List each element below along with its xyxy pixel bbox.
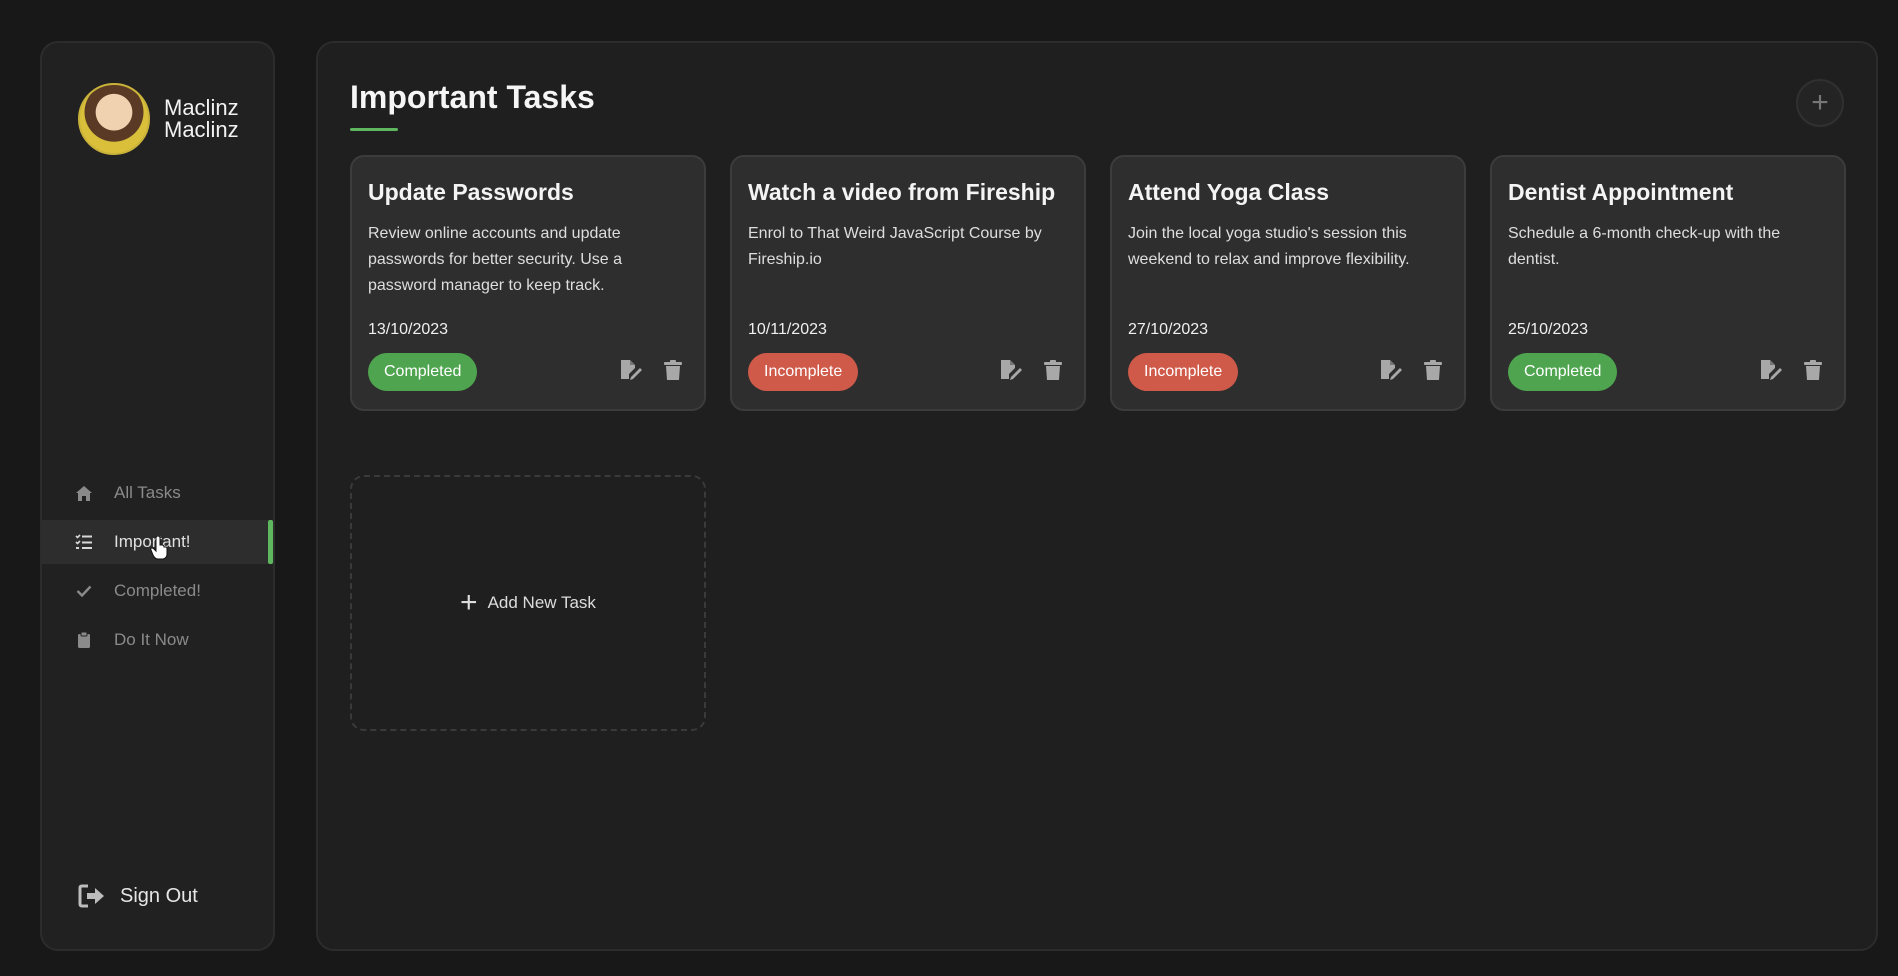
sidebar-item-completed[interactable]: Completed! — [42, 569, 273, 613]
main-panel: Important Tasks + Update Passwords Revie… — [316, 41, 1878, 951]
status-badge[interactable]: Completed — [1508, 353, 1618, 391]
task-card: Update Passwords Review online accounts … — [350, 155, 706, 411]
task-card: Attend Yoga Class Join the local yoga st… — [1110, 155, 1466, 411]
task-date: 27/10/2023 — [1128, 321, 1209, 338]
status-badge[interactable]: Completed — [368, 353, 478, 391]
plus-icon: + — [1811, 86, 1829, 119]
sidebar: Maclinz Maclinz All Tasks Important! Com… — [40, 41, 275, 951]
trash-icon[interactable] — [1800, 357, 1826, 383]
user-first-name: Maclinz — [164, 95, 239, 120]
edit-icon[interactable] — [618, 357, 644, 383]
task-actions — [998, 357, 1066, 383]
user-last-name: Maclinz — [164, 117, 239, 142]
sidebar-item-label: Completed! — [114, 581, 201, 600]
app-window: Maclinz Maclinz All Tasks Important! Com… — [0, 0, 1898, 976]
trash-icon[interactable] — [660, 357, 686, 383]
task-title: Dentist Appointment — [1508, 179, 1734, 205]
avatar — [78, 83, 150, 155]
sidebar-nav: All Tasks Important! Completed! Do It No… — [42, 471, 273, 667]
task-title: Watch a video from Fireship — [748, 179, 1056, 205]
title-underline — [350, 128, 398, 131]
status-badge[interactable]: Incomplete — [748, 353, 859, 391]
task-card: Dentist Appointment Schedule a 6-month c… — [1490, 155, 1846, 411]
task-description: Join the local yoga studio's session thi… — [1128, 225, 1410, 268]
task-title: Update Passwords — [368, 179, 574, 205]
edit-icon[interactable] — [1378, 357, 1404, 383]
task-date: 13/10/2023 — [368, 321, 449, 338]
task-description: Enrol to That Weird JavaScript Course by… — [748, 225, 1042, 268]
task-date: 10/11/2023 — [748, 321, 827, 338]
sign-out-label: Sign Out — [120, 884, 198, 907]
edit-icon[interactable] — [998, 357, 1024, 383]
task-description: Review online accounts and update passwo… — [368, 225, 623, 294]
plus-icon: + — [460, 586, 478, 619]
user-profile[interactable]: Maclinz Maclinz — [78, 83, 239, 155]
sign-out-button[interactable]: Sign Out — [78, 883, 198, 909]
task-card: Watch a video from Fireship Enrol to Tha… — [730, 155, 1086, 411]
status-badge[interactable]: Incomplete — [1128, 353, 1239, 391]
sidebar-item-label: Do It Now — [114, 630, 189, 649]
sidebar-item-do-it-now[interactable]: Do It Now — [42, 618, 273, 662]
user-name: Maclinz Maclinz — [164, 97, 239, 141]
add-new-task-label: Add New Task — [487, 593, 596, 612]
task-actions — [1378, 357, 1446, 383]
trash-icon[interactable] — [1040, 357, 1066, 383]
mouse-pointer-icon — [150, 535, 168, 565]
task-description: Schedule a 6-month check-up with the den… — [1508, 225, 1781, 268]
task-date: 25/10/2023 — [1508, 321, 1589, 338]
task-title: Attend Yoga Class — [1128, 179, 1330, 205]
trash-icon[interactable] — [1420, 357, 1446, 383]
sidebar-item-label: All Tasks — [114, 483, 181, 502]
page-title: Important Tasks — [350, 79, 595, 115]
check-icon — [74, 581, 94, 601]
list-check-icon — [74, 532, 94, 552]
task-actions — [618, 357, 686, 383]
sidebar-item-all-tasks[interactable]: All Tasks — [42, 471, 273, 515]
sign-out-icon — [78, 883, 106, 909]
edit-icon[interactable] — [1758, 357, 1784, 383]
home-icon — [74, 483, 94, 503]
add-new-task-card[interactable]: + Add New Task — [350, 475, 706, 731]
add-task-button[interactable]: + — [1796, 79, 1844, 127]
clipboard-icon — [74, 630, 94, 650]
task-actions — [1758, 357, 1826, 383]
